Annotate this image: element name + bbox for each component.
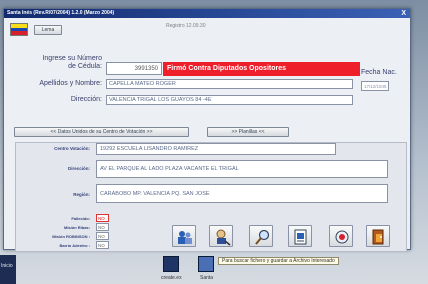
lema-button[interactable]: Lema [34,25,62,35]
barrio-adentro-label: Barrio Adentro : [59,243,90,248]
direccion-label: Dirección: [70,96,102,103]
search-person-button[interactable] [209,225,233,247]
region-input[interactable]: CARABOBO MP. VALENCIA PQ. SAN JOSE [96,184,388,203]
mision-ribas-value: NO [96,223,109,231]
taskbar-label: Inicio [1,263,13,269]
desktop-app-icon[interactable] [163,256,179,272]
desktop-app-label: create.ex [161,275,182,281]
mision-ribas-label: Misión Ribas: [63,225,90,230]
seccion-direccion-label: Dirección: [67,166,90,171]
desktop-santa-label: Santa [200,275,214,281]
mision-robinson-label: Misión ROBINSON : [52,234,90,239]
fallecido-value: NO [96,214,109,222]
zoom-button[interactable] [249,225,273,247]
centro-label: Centro Votación: [54,146,90,151]
tooltip: Para buscar fichero y guardar a Archivo … [218,257,339,265]
cedula-input[interactable]: 3991350 [106,62,162,75]
region-label: Región: [73,192,90,197]
barrio-adentro-value: NO [96,241,109,249]
tab-centro-votacion[interactable]: << Datos Unidos de su Centro de Votación… [14,127,189,137]
document-icon [294,229,307,245]
fecha-nac-input[interactable]: 17/12/1945 [361,81,389,91]
globe-icon [335,230,349,244]
search-person-icon [216,229,231,246]
fecha-nac-label: Fecha Nac. [361,69,397,76]
people-icon [178,231,192,244]
tab-planillas[interactable]: >> Planillas << [207,127,289,137]
registro-label: Registro 12.09.30 [166,23,206,29]
screen: Santa Inés (Rev.R/07/2004) 1.2.0 (Marzo … [0,0,428,284]
app-window: Santa Inés (Rev.R/07/2004) 1.2.0 (Marzo … [3,8,411,252]
desktop-santa-icon[interactable] [198,256,214,272]
title-bar: Santa Inés (Rev.R/07/2004) 1.2.0 (Marzo … [4,9,410,18]
mision-robinson-value: NO [96,232,109,240]
window-title: Santa Inés (Rev.R/07/2004) 1.2.0 (Marzo … [7,10,115,16]
taskbar-start[interactable] [0,255,16,284]
nombre-label: Apellidos y Nombre: [39,80,102,87]
nombre-input[interactable]: CAPELLA MATEO ROGER [106,79,353,89]
fallecido-label: Fallecido: [71,216,90,221]
direccion-input[interactable]: VALENCIA TRIGAL LOS GUAYOS 84 -4E [106,95,353,105]
centro-votacion-panel: Centro Votación: 19292 ESCUELA LISANDRO … [15,142,407,252]
cedula-label: Ingrese su Número de Cédula: [42,55,102,70]
magnifier-icon [255,229,270,245]
exit-button[interactable] [366,225,390,247]
centro-input[interactable]: 19292 ESCUELA LISANDRO RAMIREZ [96,143,336,155]
globe-button[interactable] [329,225,353,247]
exit-icon [372,229,384,245]
seccion-direccion-input[interactable]: AV EL PARQUE AL LADO PLAZA VACANTE EL TR… [96,160,388,178]
close-button[interactable]: X [401,9,406,18]
venezuela-flag-icon [10,23,28,36]
alert-message: Firmó Contra Diputados Opositores [163,62,360,76]
document-button[interactable] [288,225,312,247]
people-button[interactable] [172,225,196,247]
